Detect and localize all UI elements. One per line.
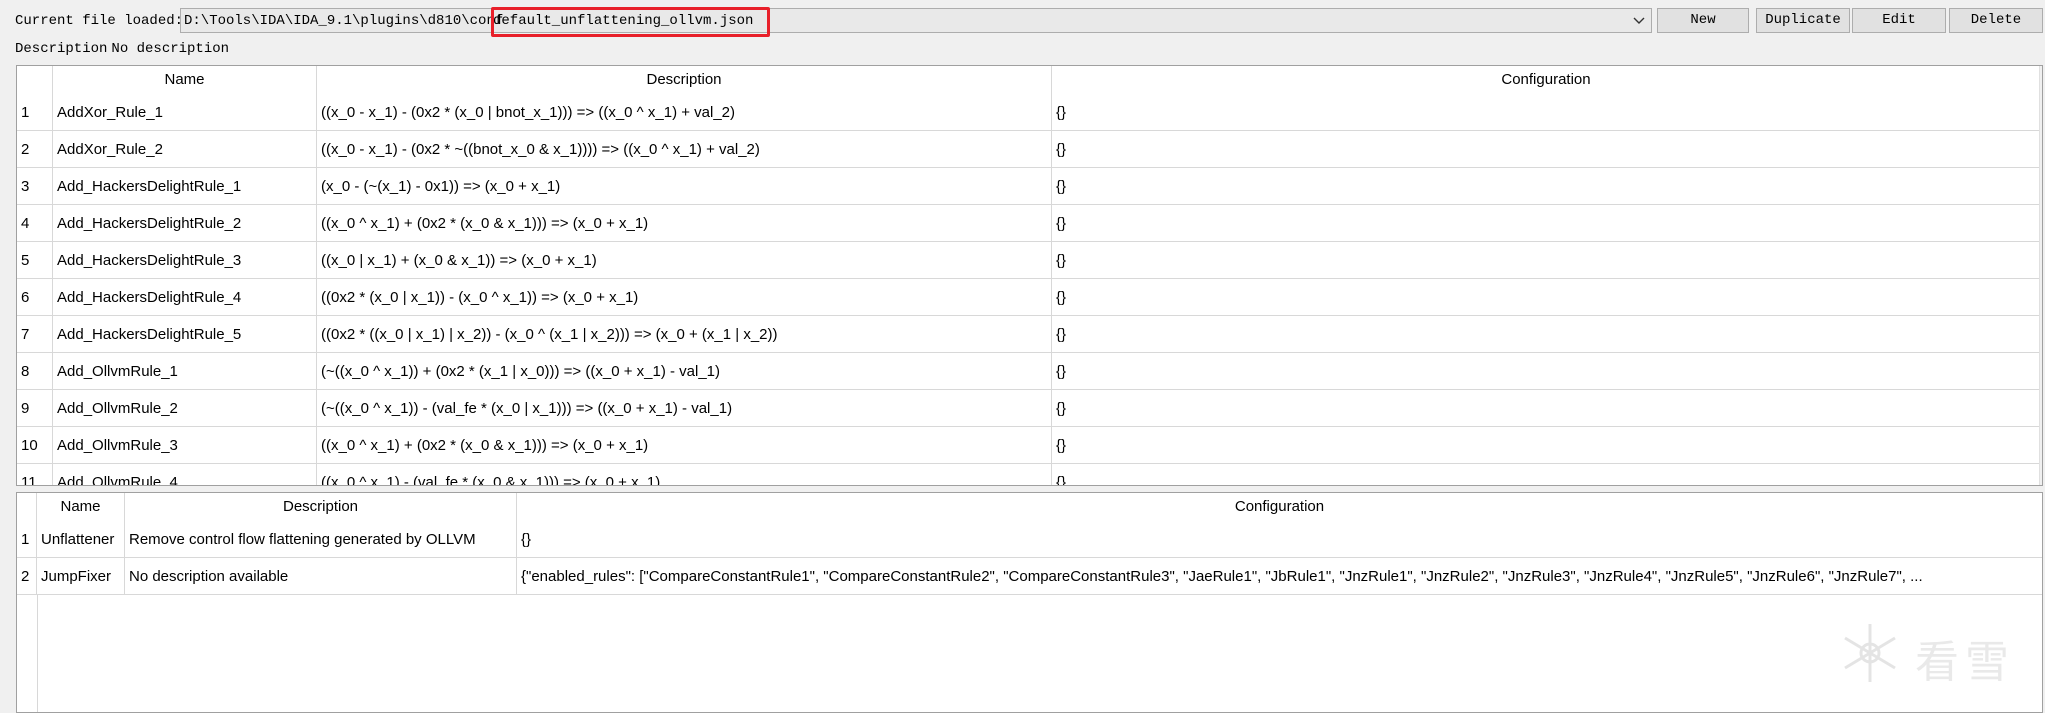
table-cell-conf[interactable]: {} [517,521,2042,558]
table-cell-name[interactable]: Add_HackersDelightRule_5 [53,316,317,353]
description-label: Description [15,41,108,57]
delete-button[interactable]: Delete [1949,8,2043,33]
row-number[interactable]: 10 [17,427,53,464]
rules-table[interactable]: Name Description Configuration 1 AddXor_R… [16,65,2043,486]
table-cell-desc[interactable]: ((x_0 ^ x_1) + (0x2 * (x_0 & x_1))) => (… [317,427,1052,464]
table-cell-conf[interactable]: {} [1052,390,2040,427]
row-number[interactable]: 11 [17,464,53,485]
row-number[interactable]: 8 [17,353,53,390]
filename-highlight-box [491,7,770,37]
table-cell-conf[interactable]: {} [1052,427,2040,464]
table-cell-name[interactable]: Add_OllvmRule_2 [53,390,317,427]
vertical-scrollbar[interactable]: ▲ ▼ [2039,66,2042,485]
components-table[interactable]: Name Description Configuration 1 Unflatte… [16,492,2043,713]
table-cell-name[interactable]: Add_HackersDelightRule_3 [53,242,317,279]
table-cell-conf[interactable]: {} [1052,353,2040,390]
table-cell-desc[interactable]: ((x_0 | x_1) + (x_0 & x_1)) => (x_0 + x_… [317,242,1052,279]
description-value: No description [111,41,230,57]
row-number[interactable]: 7 [17,316,53,353]
column-header-description[interactable]: Description [125,493,517,521]
file-selector-dropdown[interactable]: D:\Tools\IDA\IDA_9.1\plugins\d810\conf d… [180,8,1652,33]
row-number[interactable]: 2 [17,558,37,595]
row-number[interactable]: 1 [17,94,53,131]
column-header-configuration[interactable]: Configuration [1052,66,2040,94]
table-cell-desc[interactable]: (x_0 - (~(x_1) - 0x1)) => (x_0 + x_1) [317,168,1052,205]
table-cell-name[interactable]: Add_OllvmRule_3 [53,427,317,464]
row-number[interactable]: 5 [17,242,53,279]
table-cell-desc[interactable]: ((x_0 - x_1) - (0x2 * ~((bnot_x_0 & x_1)… [317,131,1052,168]
watermark: 看雪 [1835,618,2035,688]
column-header-description[interactable]: Description [317,66,1052,94]
table-cell-desc[interactable]: No description available [125,558,517,595]
row-number[interactable]: 9 [17,390,53,427]
table-cell-desc[interactable]: ((x_0 ^ x_1) - (val_fe * (x_0 & x_1))) =… [317,464,1052,485]
table-cell-name[interactable]: Add_HackersDelightRule_1 [53,168,317,205]
row-header-gutter [17,595,38,712]
row-number[interactable]: 6 [17,279,53,316]
table-cell-name[interactable]: AddXor_Rule_2 [53,131,317,168]
duplicate-button[interactable]: Duplicate [1756,8,1850,33]
row-number[interactable]: 2 [17,131,53,168]
corner-header [17,493,37,521]
table-cell-name[interactable]: Add_OllvmRule_1 [53,353,317,390]
file-path-prefix: D:\Tools\IDA\IDA_9.1\plugins\d810\conf [184,13,504,29]
corner-header [17,66,53,94]
table-cell-name[interactable]: Add_OllvmRule_4 [53,464,317,485]
row-number[interactable]: 3 [17,168,53,205]
row-number[interactable]: 4 [17,205,53,242]
snowflake-logo-icon [1844,624,1896,682]
table-cell-conf[interactable]: {} [1052,94,2040,131]
description-row: Description No description [15,41,233,57]
table-cell-desc[interactable]: Remove control flow flattening generated… [125,521,517,558]
current-file-label: Current file loaded: [15,13,184,29]
row-number[interactable]: 1 [17,521,37,558]
table-cell-conf[interactable]: {} [1052,131,2040,168]
toolbar: Current file loaded: D:\Tools\IDA\IDA_9.… [0,0,2045,40]
column-header-name[interactable]: Name [53,66,317,94]
table-cell-name[interactable]: AddXor_Rule_1 [53,94,317,131]
table-cell-desc[interactable]: ((x_0 ^ x_1) + (0x2 * (x_0 & x_1))) => (… [317,205,1052,242]
edit-button[interactable]: Edit [1852,8,1946,33]
table-cell-desc[interactable]: (~((x_0 ^ x_1)) + (0x2 * (x_1 | x_0))) =… [317,353,1052,390]
table-cell-conf[interactable]: {} [1052,464,2040,485]
table-cell-name[interactable]: Add_HackersDelightRule_2 [53,205,317,242]
table-cell-conf[interactable]: {} [1052,242,2040,279]
table-cell-conf[interactable]: {} [1052,168,2040,205]
table-cell-name[interactable]: Add_HackersDelightRule_4 [53,279,317,316]
watermark-text: 看雪 [1915,637,2015,688]
chevron-down-icon[interactable] [1631,12,1647,28]
table-cell-desc[interactable]: ((0x2 * (x_0 | x_1)) - (x_0 ^ x_1)) => (… [317,279,1052,316]
table-cell-conf[interactable]: {} [1052,205,2040,242]
scroll-up-icon[interactable]: ▲ [2040,66,2042,84]
table-cell-conf[interactable]: {} [1052,279,2040,316]
table-cell-desc[interactable]: ((0x2 * ((x_0 | x_1) | x_2)) - (x_0 ^ (x… [317,316,1052,353]
table-cell-conf[interactable]: {"enabled_rules": ["CompareConstantRule1… [517,558,2042,595]
table-cell-name[interactable]: JumpFixer [37,558,125,595]
table-cell-name[interactable]: Unflattener [37,521,125,558]
column-header-configuration[interactable]: Configuration [517,493,2042,521]
table-cell-conf[interactable]: {} [1052,316,2040,353]
column-header-name[interactable]: Name [37,493,125,521]
new-button[interactable]: New [1657,8,1749,33]
table-cell-desc[interactable]: ((x_0 - x_1) - (0x2 * (x_0 | bnot_x_1)))… [317,94,1052,131]
table-cell-desc[interactable]: (~((x_0 ^ x_1)) - (val_fe * (x_0 | x_1))… [317,390,1052,427]
scroll-down-icon[interactable]: ▼ [2040,467,2042,485]
